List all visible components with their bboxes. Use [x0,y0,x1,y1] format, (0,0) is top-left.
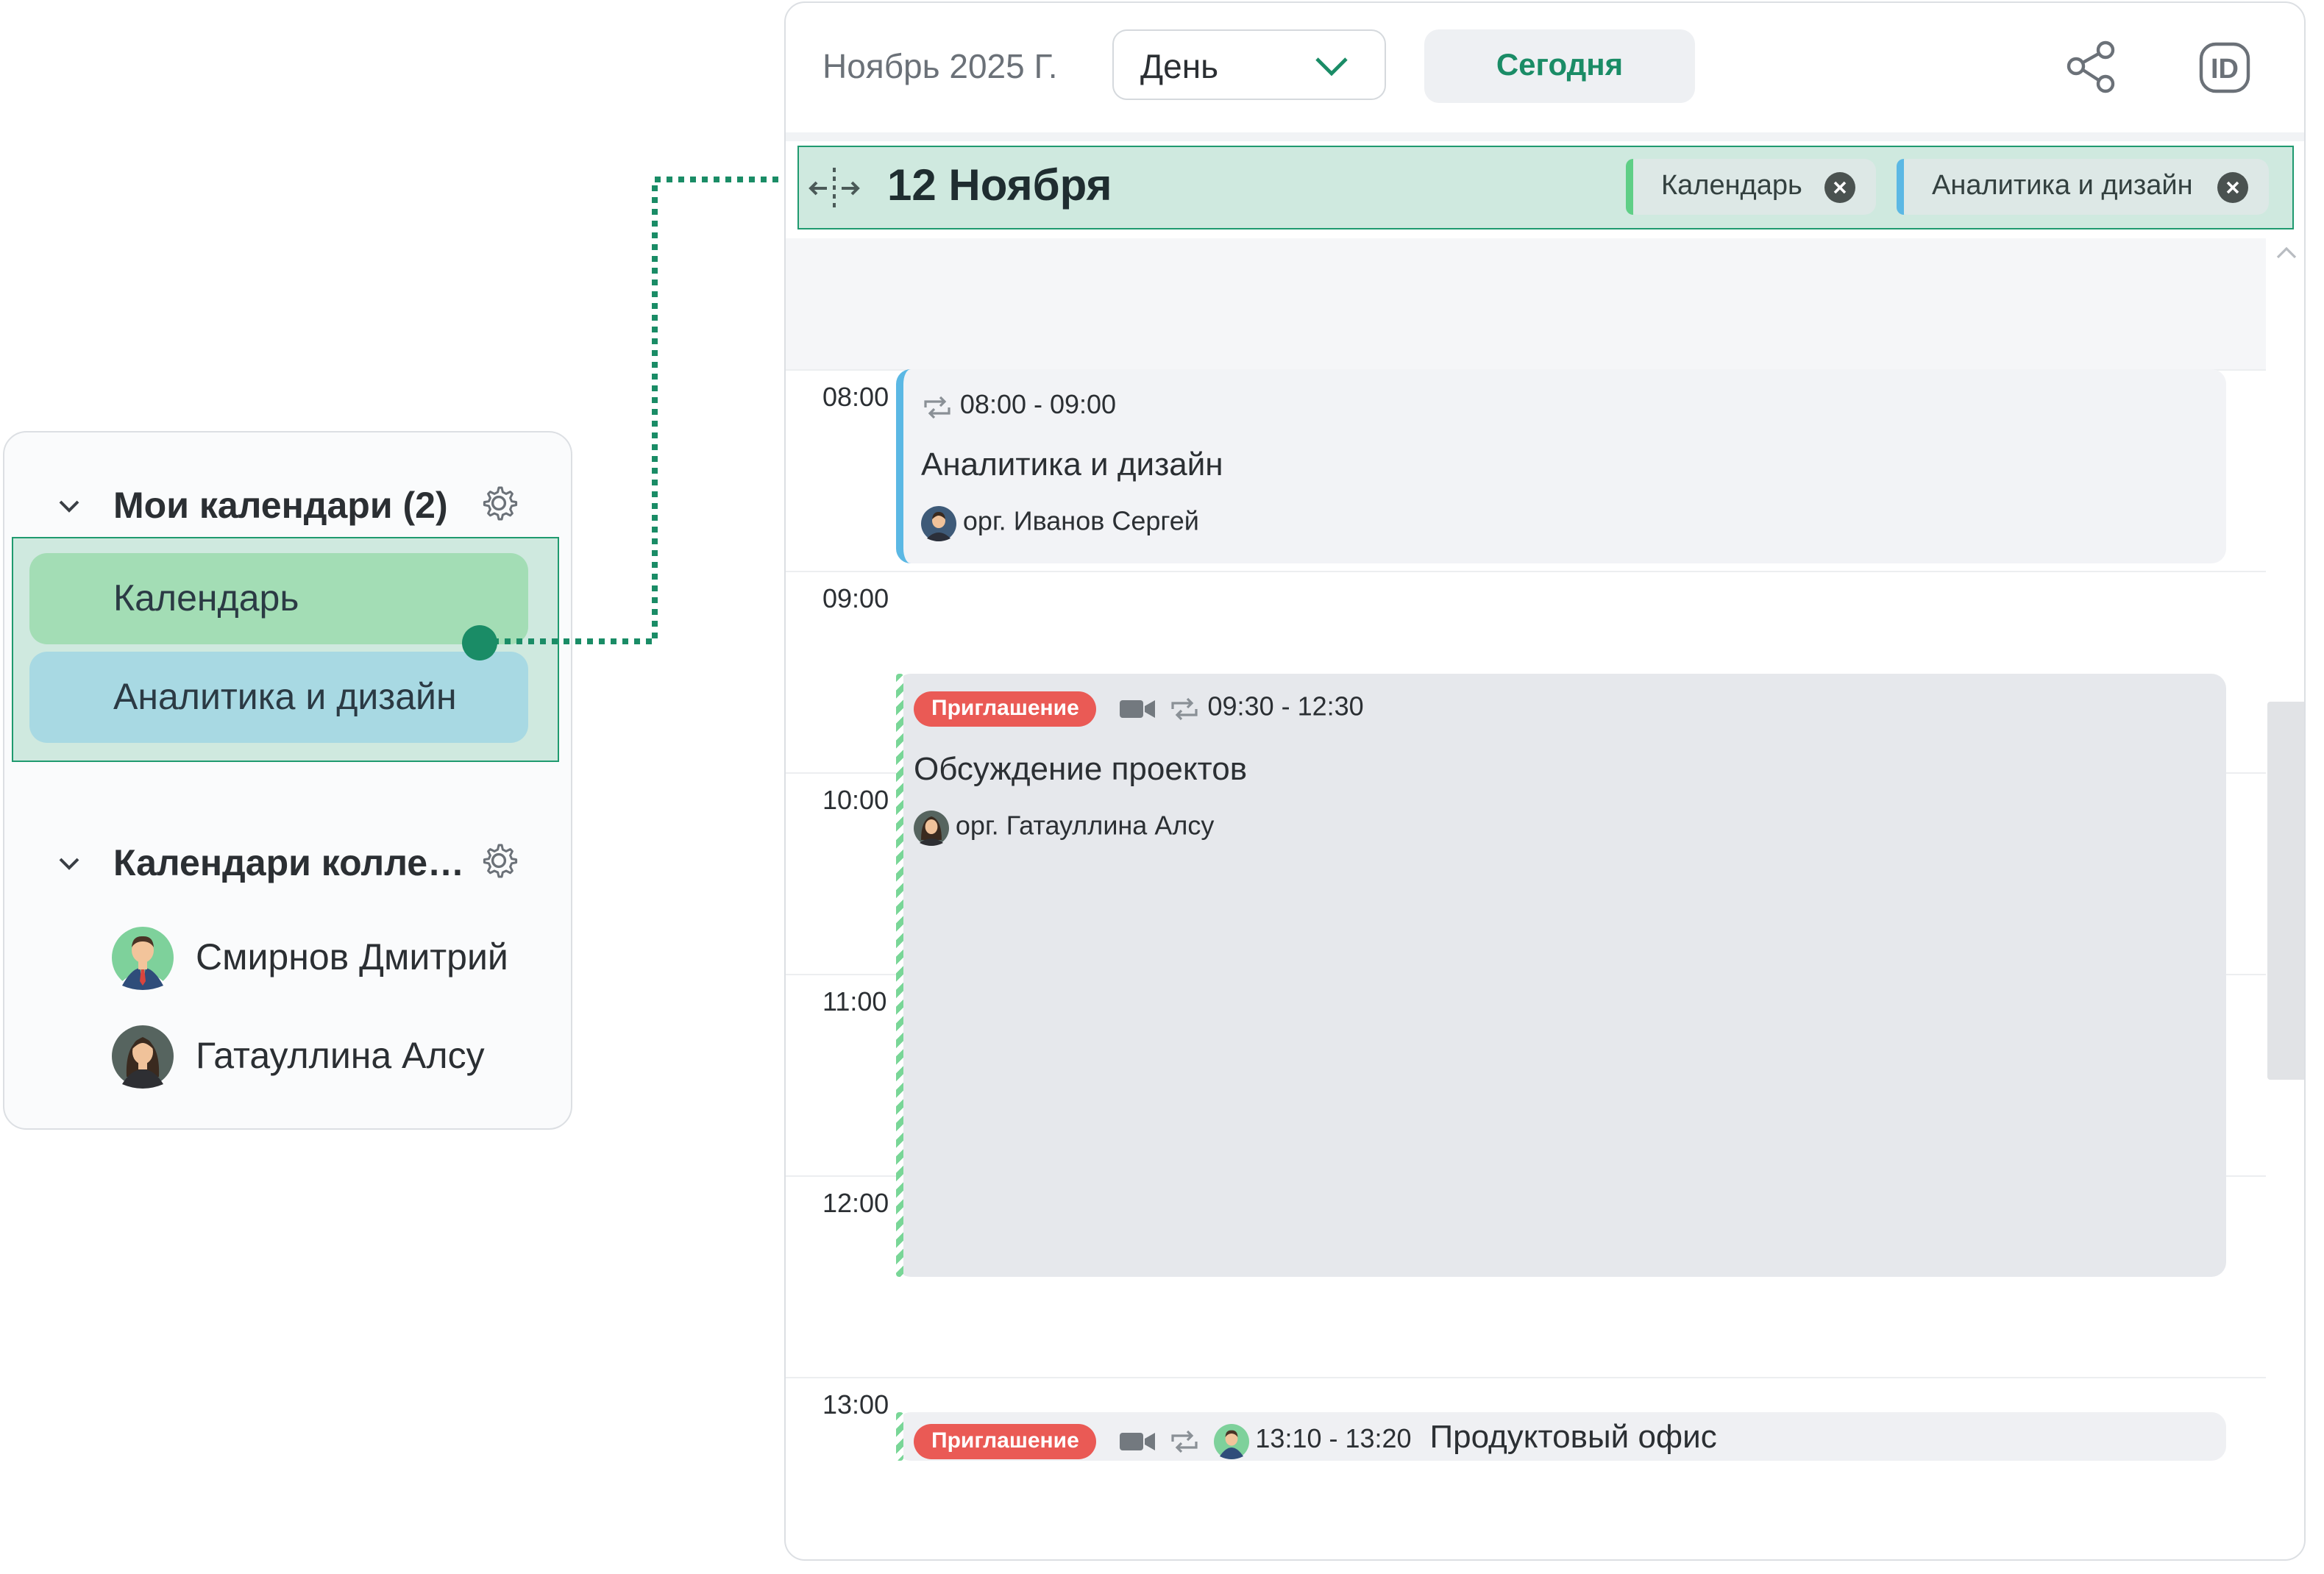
view-select[interactable]: День [1112,29,1386,100]
event-meta: Приглашение 13:10 - 13:20 Продуктовый оф… [914,1418,1717,1459]
organizer-avatar-icon [1213,1423,1249,1459]
filter-chip[interactable]: Календарь [1626,159,1876,215]
repeat-icon [1171,1430,1198,1453]
time-label: 08:00 [822,382,889,412]
toolbar-divider [786,132,2304,141]
day-view-panel: Ноябрь 2025 Г. День Сегодня ID 12 Ноября… [784,1,2306,1561]
toolbar: Ноябрь 2025 Г. День Сегодня ID [786,3,2304,132]
gear-icon[interactable] [478,482,519,524]
event-meta: 08:00 - 09:00 [921,390,1116,421]
event-title: Аналитика и дизайн [921,446,1223,482]
video-camera-icon [1119,1432,1155,1450]
event-card[interactable]: Приглашение 09:30 - 12:30 Обсуждение про… [896,674,2226,1277]
calendar-item-calendar[interactable]: Календарь [29,553,528,644]
close-icon[interactable] [1824,172,1855,203]
chevron-down-icon[interactable] [54,491,84,521]
event-title: Продуктовый офис [1429,1418,1717,1455]
repeat-icon [1171,697,1198,721]
event-meta: Приглашение 09:30 - 12:30 [914,691,1364,727]
event-time: 09:30 - 12:30 [1207,691,1364,722]
time-label: 11:00 [822,987,887,1016]
event-organizer-name: орг. Иванов Сергей [962,506,1199,536]
colleague-name: Смирнов Дмитрий [196,937,508,978]
my-calendars-header[interactable]: Мои календари (2) [4,474,571,533]
date-header: 12 Ноября Календарь Аналитика и дизайн [797,146,2294,229]
colleague-item[interactable]: Смирнов Дмитрий [110,925,552,990]
close-icon[interactable] [2217,172,2248,203]
view-select-value: День [1140,47,1219,85]
date-title: 12 Ноября [887,162,1112,210]
event-title: Обсуждение проектов [914,750,1248,787]
colleague-calendars-title: Календари коллег (... [113,843,478,884]
colleague-calendars-header[interactable]: Календари коллег (... [4,831,571,890]
event-time: 08:00 - 09:00 [959,390,1117,419]
all-day-area [786,238,2266,369]
drag-handle[interactable] [462,625,497,660]
gear-icon[interactable] [478,840,519,881]
my-calendars-title: Мои календари (2) [113,485,448,527]
today-button[interactable]: Сегодня [1424,29,1695,103]
calendar-item-analytics[interactable]: Аналитика и дизайн [29,652,528,743]
scroll-up-arrow-icon[interactable] [2275,244,2298,262]
scrollbar-thumb[interactable] [2267,702,2304,1080]
woman-avatar-icon [112,1025,174,1089]
event-card[interactable]: Приглашение 13:10 - 13:20 Продуктовый оф… [896,1412,2226,1461]
share-icon[interactable] [2063,38,2122,97]
filter-chip[interactable]: Аналитика и дизайн [1897,159,2269,215]
invitation-badge: Приглашение [914,1423,1097,1459]
man-avatar-icon [112,927,174,990]
event-organizer-name: орг. Гатауллина Алсу [955,811,1215,841]
id-icon[interactable]: ID [2195,38,2254,97]
repeat-icon [924,396,950,419]
hour-line [786,1377,2266,1378]
video-camera-icon [1119,700,1155,718]
invitation-badge: Приглашение [914,691,1097,727]
time-label: 12:00 [822,1189,889,1218]
time-label: 13:00 [822,1390,889,1420]
calendars-sidebar: Мои календари (2) Календарь Аналитика и … [3,431,572,1130]
colleague-name: Гатауллина Алсу [196,1036,485,1077]
organizer-avatar-icon [914,811,949,846]
svg-text:ID: ID [2211,54,2239,85]
event-organizer: орг. Гатауллина Алсу [914,811,1214,846]
chevron-down-icon [1315,57,1348,76]
colleague-item[interactable]: Гатауллина Алсу [110,1024,552,1089]
filter-chip-label: Календарь [1661,171,1802,202]
event-card[interactable]: 08:00 - 09:00 Аналитика и дизайн орг. Ив… [896,369,2226,563]
event-time: 13:10 - 13:20 [1255,1424,1412,1453]
chevron-down-icon[interactable] [54,849,84,878]
event-organizer: орг. Иванов Сергей [921,506,1199,541]
hour-line [786,571,2266,572]
month-label: Ноябрь 2025 Г. [822,47,1058,85]
organizer-avatar-icon [921,506,956,541]
filter-chip-label: Аналитика и дизайн [1932,171,2193,202]
resize-horizontal-icon[interactable] [808,162,861,215]
time-label: 09:00 [822,584,889,613]
time-label: 10:00 [822,786,889,815]
